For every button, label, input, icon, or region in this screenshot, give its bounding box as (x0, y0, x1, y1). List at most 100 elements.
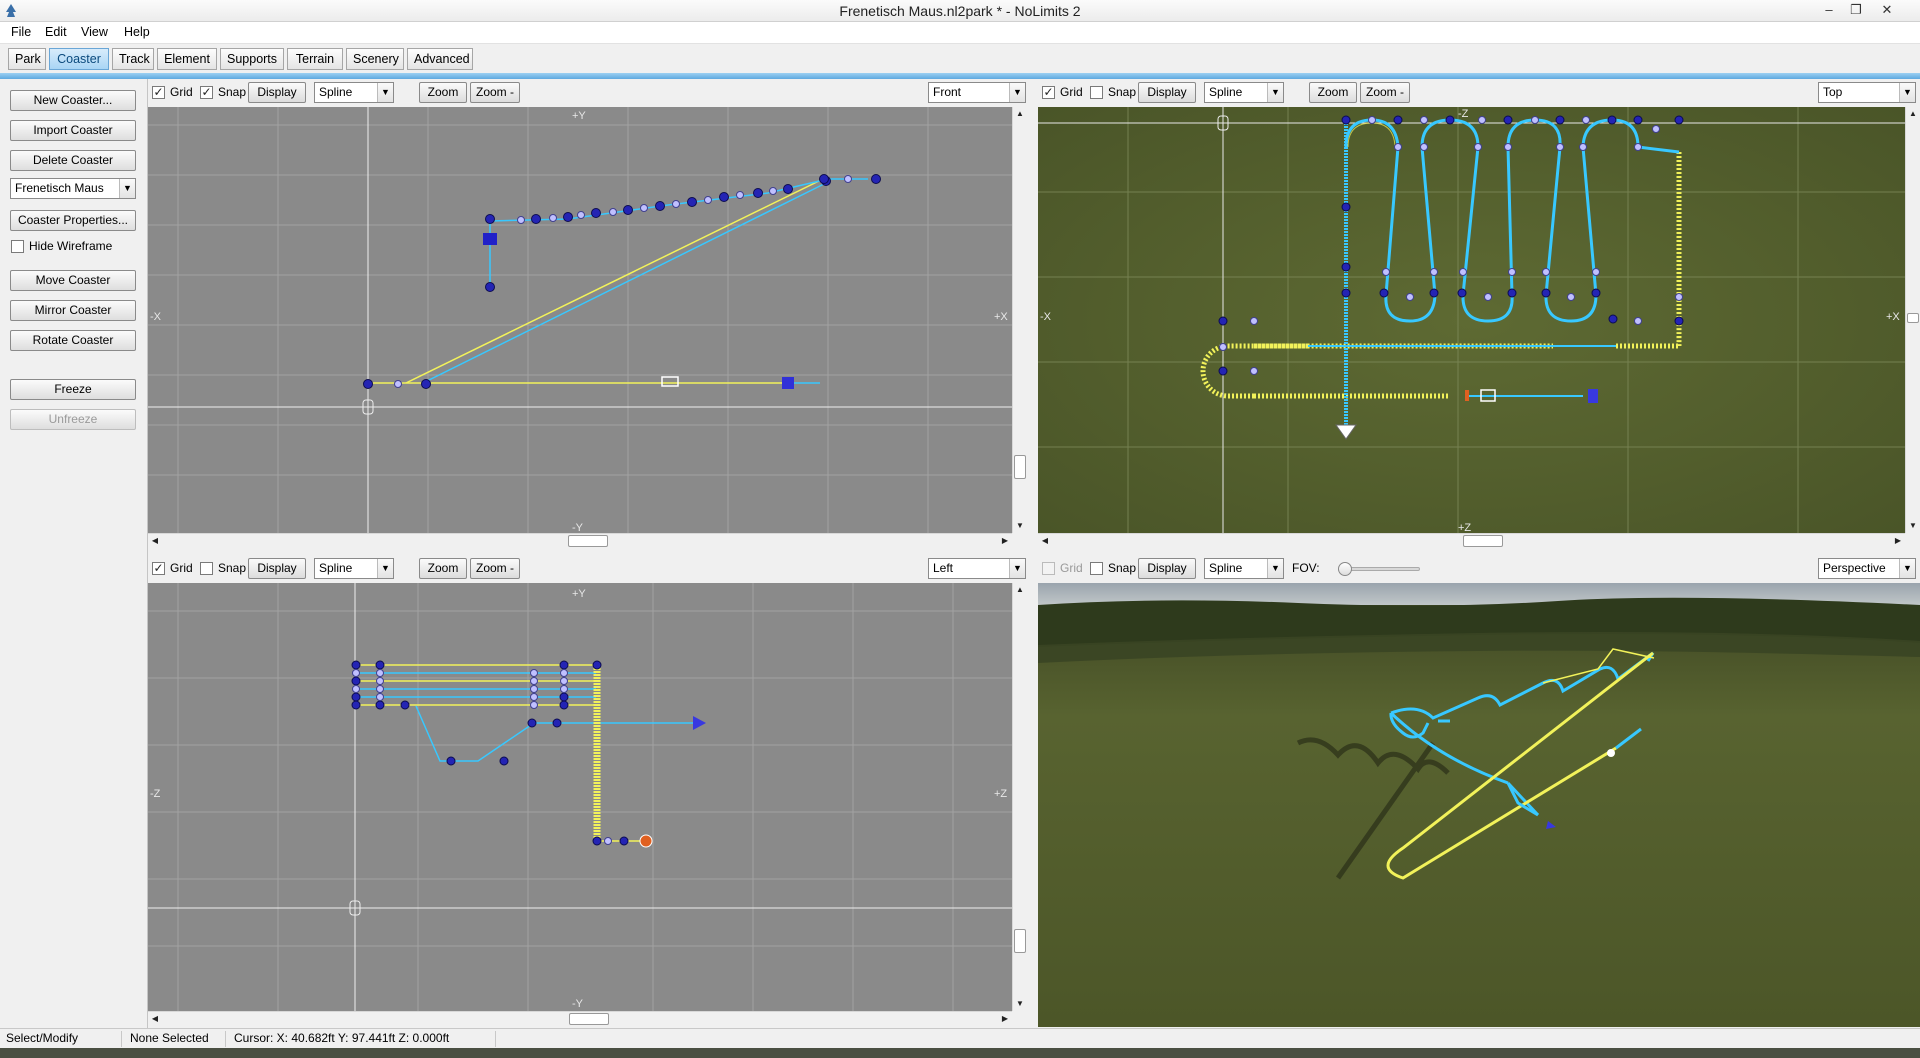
front-zoom-in-button[interactable]: Zoom + (419, 82, 467, 118)
scroll-down-icon[interactable]: ▼ (1906, 519, 1920, 533)
coaster-properties-button[interactable]: Coaster Properties... (10, 210, 136, 231)
fov-label: FOV: (1292, 561, 1320, 575)
tab-advanced[interactable]: Advanced (407, 48, 473, 70)
left-hscroll-thumb[interactable] (569, 1013, 609, 1025)
hide-wireframe-checkbox[interactable] (11, 240, 24, 253)
top-zoom-out-button[interactable]: Zoom - (1360, 82, 1410, 103)
fov-slider-handle[interactable] (1338, 562, 1352, 576)
top-viewport: ✓ Grid Snap Display Spline ▼ Zoom + Zoom … (1038, 79, 1920, 549)
left-snap-checkbox[interactable] (200, 562, 213, 575)
tab-scenery[interactable]: Scenery (346, 48, 404, 70)
left-canvas[interactable]: +Y -Y -Z +Z (148, 583, 1012, 1011)
new-coaster-button[interactable]: New Coaster... (10, 90, 136, 111)
front-hscroll-thumb[interactable] (568, 535, 608, 547)
perspective-canvas[interactable] (1038, 583, 1920, 1027)
scroll-left-icon[interactable]: ◀ (148, 1012, 162, 1026)
front-horizontal-scrollbar[interactable]: ◀ ▶ (148, 533, 1012, 548)
menu-file[interactable]: File (11, 25, 31, 39)
top-viewport-toolbar: ✓ Grid Snap Display Spline ▼ Zoom + Zoom … (1038, 79, 1920, 118)
left-vertical-scrollbar[interactable]: ▲ ▼ (1012, 583, 1027, 1011)
top-grid-checkbox[interactable]: ✓ (1042, 86, 1055, 99)
left-mode-select[interactable]: Spline ▼ (314, 558, 394, 579)
top-grid-label: Grid (1060, 85, 1083, 99)
scroll-up-icon[interactable]: ▲ (1906, 107, 1920, 121)
top-display-button[interactable]: Display (1138, 82, 1196, 103)
scroll-up-icon[interactable]: ▲ (1013, 583, 1027, 597)
menu-edit[interactable]: Edit (45, 25, 67, 39)
front-view-select[interactable]: Front ▼ (928, 82, 1026, 103)
front-mode-value: Spline (319, 85, 353, 99)
left-zoom-out-button[interactable]: Zoom - (470, 558, 520, 579)
title-bar: Frenetisch Maus.nl2park * - NoLimits 2 –… (0, 0, 1920, 22)
close-button[interactable]: ✕ (1874, 0, 1900, 20)
front-vscroll-thumb[interactable] (1014, 455, 1026, 479)
front-vertical-scrollbar[interactable]: ▲ ▼ (1012, 107, 1027, 533)
perspective-view-select[interactable]: Perspective ▼ (1818, 558, 1916, 579)
mirror-coaster-button[interactable]: Mirror Coaster (10, 300, 136, 321)
left-view-value: Left (933, 561, 954, 575)
chevron-down-icon: ▼ (1009, 559, 1025, 578)
top-horizontal-scrollbar[interactable]: ◀ ▶ (1038, 533, 1905, 548)
front-mode-select[interactable]: Spline ▼ (314, 82, 394, 103)
tab-supports[interactable]: Supports (220, 48, 284, 70)
tab-element[interactable]: Element (157, 48, 217, 70)
top-zoom-in-button[interactable]: Zoom + (1309, 82, 1357, 118)
front-zoom-out-button[interactable]: Zoom - (470, 82, 520, 103)
front-snap-checkbox[interactable]: ✓ (200, 86, 213, 99)
unfreeze-button: Unfreeze (10, 409, 136, 430)
top-axis-top: -Z (1458, 108, 1469, 120)
top-view-select[interactable]: Top ▼ (1818, 82, 1916, 103)
top-hscroll-thumb[interactable] (1463, 535, 1503, 547)
coaster-select[interactable]: Frenetisch Maus ▼ (10, 178, 136, 199)
left-zoom-in-button[interactable]: Zoom + (419, 558, 467, 594)
left-axis-right: +Z (994, 788, 1007, 800)
tab-coaster[interactable]: Coaster (49, 48, 109, 70)
freeze-button[interactable]: Freeze (10, 379, 136, 400)
left-axis-left: -Z (150, 788, 161, 800)
tab-bar: Park Coaster Track Element Supports Terr… (0, 44, 1920, 74)
scroll-right-icon[interactable]: ▶ (998, 534, 1012, 548)
front-axis-right: +X (994, 311, 1008, 323)
left-vscroll-thumb[interactable] (1014, 929, 1026, 953)
delete-coaster-button[interactable]: Delete Coaster (10, 150, 136, 171)
scroll-down-icon[interactable]: ▼ (1013, 519, 1027, 533)
menu-view[interactable]: View (81, 25, 108, 39)
minimize-button[interactable]: – (1816, 0, 1842, 20)
scroll-down-icon[interactable]: ▼ (1013, 997, 1027, 1011)
perspective-display-button[interactable]: Display (1138, 558, 1196, 579)
top-snap-checkbox[interactable] (1090, 86, 1103, 99)
perspective-snap-checkbox[interactable] (1090, 562, 1103, 575)
front-canvas[interactable]: +Y -Y -X +X (148, 107, 1012, 533)
top-canvas[interactable]: -Z +Z -X +X (1038, 107, 1905, 533)
scroll-left-icon[interactable]: ◀ (148, 534, 162, 548)
move-coaster-button[interactable]: Move Coaster (10, 270, 136, 291)
coaster-select-value: Frenetisch Maus (15, 181, 104, 195)
rotate-coaster-button[interactable]: Rotate Coaster (10, 330, 136, 351)
front-display-button[interactable]: Display (248, 82, 306, 103)
left-grid-checkbox[interactable]: ✓ (152, 562, 165, 575)
top-vscroll-thumb[interactable] (1907, 313, 1919, 323)
scroll-right-icon[interactable]: ▶ (1891, 534, 1905, 548)
perspective-grid-checkbox (1042, 562, 1055, 575)
top-snap-label: Snap (1108, 85, 1137, 99)
left-view-select[interactable]: Left ▼ (928, 558, 1026, 579)
restore-button[interactable]: ❐ (1843, 0, 1869, 20)
left-horizontal-scrollbar[interactable]: ◀ ▶ (148, 1011, 1012, 1026)
front-grid-checkbox[interactable]: ✓ (152, 86, 165, 99)
tab-park[interactable]: Park (8, 48, 46, 70)
perspective-mode-select[interactable]: Spline ▼ (1204, 558, 1284, 579)
front-viewport-toolbar: ✓ Grid ✓ Snap Display Spline ▼ Zoom + Zoo… (148, 79, 1036, 118)
left-display-button[interactable]: Display (248, 558, 306, 579)
top-vertical-scrollbar[interactable]: ▲ ▼ (1905, 107, 1920, 533)
scroll-left-icon[interactable]: ◀ (1038, 534, 1052, 548)
tab-terrain[interactable]: Terrain (287, 48, 343, 70)
chevron-down-icon: ▼ (119, 179, 135, 198)
tab-track[interactable]: Track (112, 48, 154, 70)
front-snap-label: Snap (218, 85, 247, 99)
left-axis-bottom: -Y (572, 998, 584, 1010)
scroll-right-icon[interactable]: ▶ (998, 1012, 1012, 1026)
menu-help[interactable]: Help (124, 25, 150, 39)
scroll-up-icon[interactable]: ▲ (1013, 107, 1027, 121)
import-coaster-button[interactable]: Import Coaster (10, 120, 136, 141)
top-mode-select[interactable]: Spline ▼ (1204, 82, 1284, 103)
